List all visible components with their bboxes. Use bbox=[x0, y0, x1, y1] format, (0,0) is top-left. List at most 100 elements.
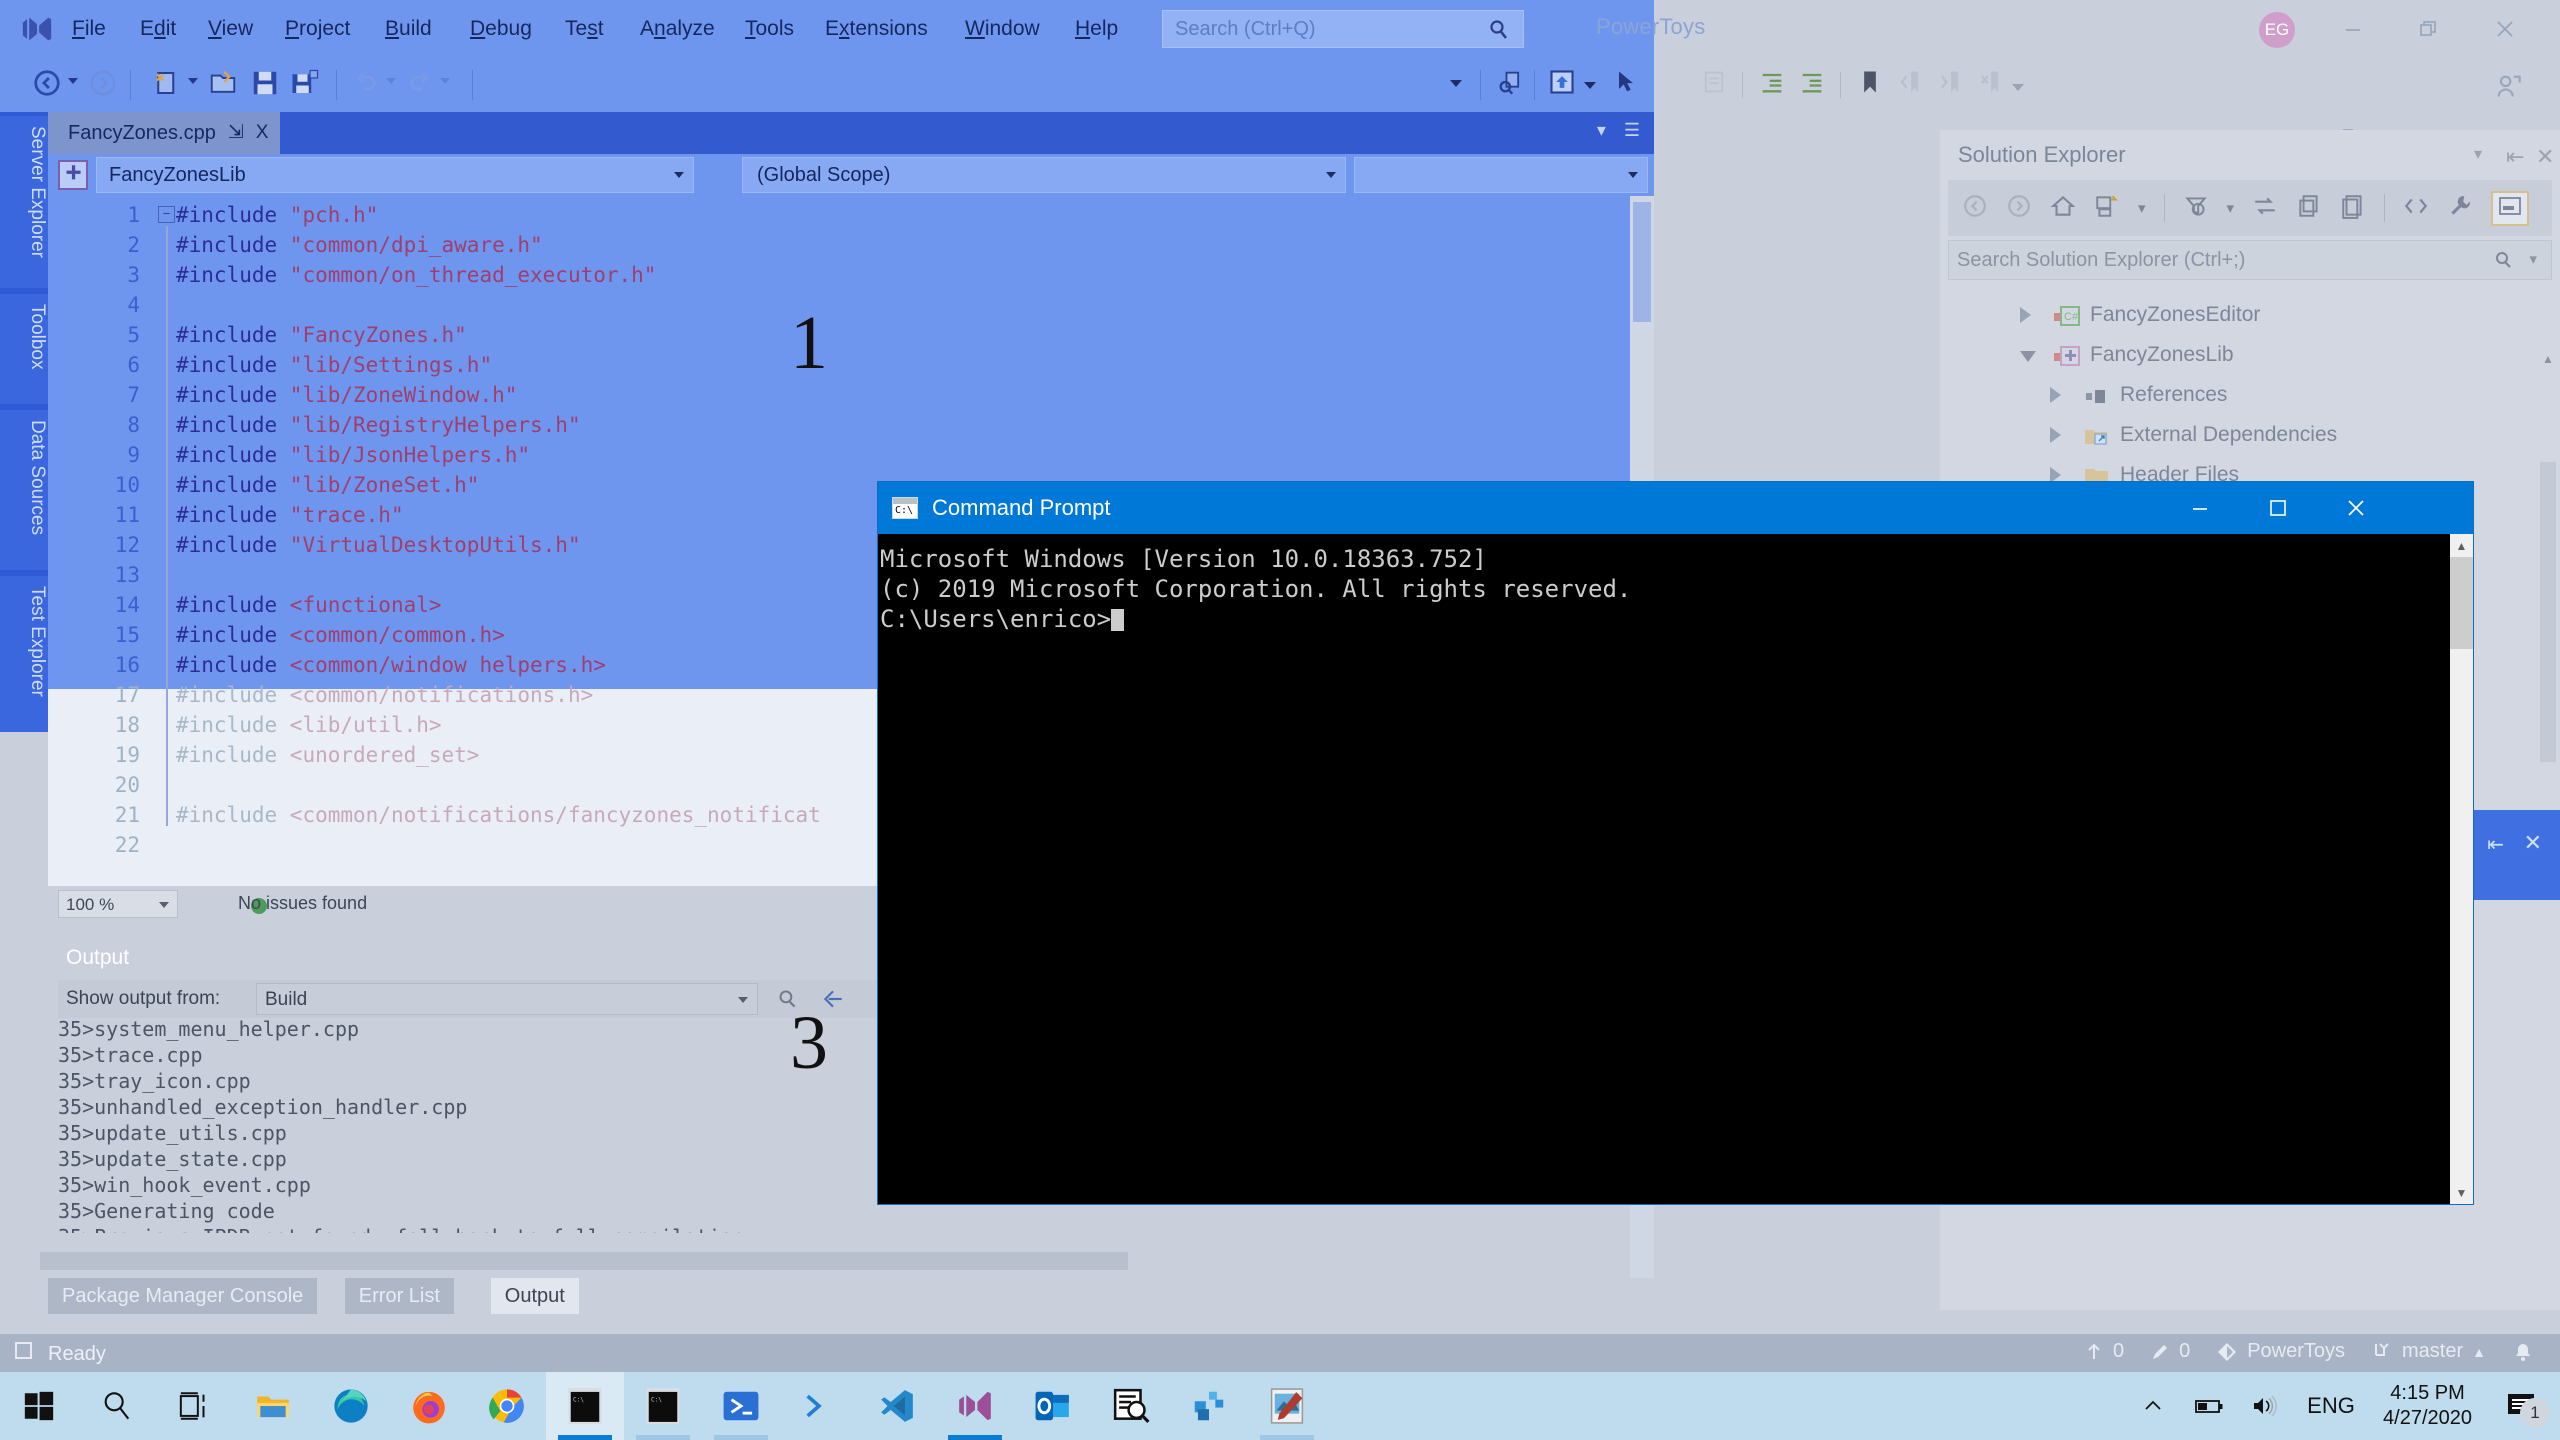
project-scope-dropdown[interactable]: FancyZonesLib bbox=[96, 157, 694, 193]
firefox-icon[interactable] bbox=[390, 1372, 468, 1440]
next-bookmark-button[interactable] bbox=[1936, 68, 1964, 96]
close-icon[interactable]: X bbox=[256, 112, 269, 154]
bottom-tab-error-list[interactable]: Error List bbox=[344, 1278, 454, 1314]
redo-dropdown[interactable] bbox=[440, 78, 450, 84]
outlook-icon[interactable] bbox=[1014, 1372, 1092, 1440]
decrease-indent-button[interactable] bbox=[1758, 68, 1786, 96]
menu-analyze[interactable]: Analyze bbox=[640, 14, 715, 44]
clock[interactable]: 4:15 PM 4/27/2020 bbox=[2369, 1381, 2486, 1431]
chevron-right-icon[interactable] bbox=[2050, 427, 2061, 443]
windows-terminal-icon[interactable] bbox=[780, 1372, 858, 1440]
comment-selection-button[interactable] bbox=[1700, 68, 1728, 96]
chevron-down-icon[interactable]: ▾ bbox=[2529, 241, 2537, 279]
redo-button[interactable] bbox=[406, 68, 434, 96]
preview-selected-items-button[interactable] bbox=[1548, 68, 1576, 96]
cmd-maximize-button[interactable] bbox=[2239, 482, 2317, 534]
output-scroll-left-button[interactable] bbox=[40, 1252, 58, 1270]
cmd-close-button[interactable] bbox=[2317, 482, 2395, 534]
sidebar-tab-server-explorer[interactable]: Server Explorer bbox=[0, 116, 48, 288]
pin-icon[interactable]: ⇤ bbox=[2487, 832, 2504, 857]
menu-project[interactable]: Project bbox=[285, 14, 350, 44]
solution-explorer-menu-button[interactable]: ▾ bbox=[2474, 144, 2482, 164]
vscode-icon[interactable] bbox=[858, 1372, 936, 1440]
menu-help[interactable]: Help bbox=[1075, 14, 1118, 44]
new-project-dropdown[interactable] bbox=[188, 78, 198, 84]
refresh-icon[interactable] bbox=[2296, 193, 2322, 224]
microsoft-edge-icon[interactable] bbox=[312, 1372, 390, 1440]
attach-to-process-button[interactable] bbox=[1496, 68, 1524, 96]
battery-icon[interactable] bbox=[2181, 1372, 2237, 1440]
output-source-dropdown[interactable]: Build bbox=[256, 983, 758, 1015]
menu-test[interactable]: Test bbox=[565, 14, 604, 44]
menu-window[interactable]: Window bbox=[965, 14, 1040, 44]
menu-debug[interactable]: Debug bbox=[470, 14, 532, 44]
cmd-minimize-button[interactable] bbox=[2161, 482, 2239, 534]
bottom-tab-output[interactable]: Output bbox=[490, 1278, 579, 1314]
text-analysis-icon[interactable] bbox=[1092, 1372, 1170, 1440]
switch-views-icon[interactable] bbox=[2094, 193, 2120, 224]
menu-build[interactable]: Build bbox=[385, 14, 432, 44]
collapse-all-icon[interactable] bbox=[2340, 193, 2366, 224]
view-code-icon[interactable] bbox=[2403, 193, 2429, 224]
scroll-down-icon[interactable]: ▼ bbox=[2450, 1181, 2473, 1204]
search-icon[interactable] bbox=[78, 1372, 156, 1440]
close-icon[interactable]: ✕ bbox=[2536, 144, 2554, 170]
menu-file[interactable]: FFileile bbox=[72, 14, 106, 44]
toolbar-overflow-button[interactable] bbox=[1584, 82, 1596, 89]
paint-icon[interactable] bbox=[1248, 1372, 1326, 1440]
pin-icon[interactable]: ⇲ bbox=[228, 112, 244, 154]
pending-changes-filter-icon[interactable] bbox=[2183, 193, 2209, 224]
properties-icon[interactable] bbox=[2447, 193, 2473, 224]
solution-explorer-item-external-dependencies[interactable]: External Dependencies bbox=[1940, 415, 2560, 455]
menu-extensions[interactable]: Extensions bbox=[825, 14, 928, 44]
pending-changes[interactable]: 0 bbox=[2150, 1340, 2190, 1363]
command-prompt-title-bar[interactable]: C:\ Command Prompt bbox=[878, 482, 2473, 534]
sync-with-active-document-icon[interactable] bbox=[2252, 193, 2278, 224]
forward-icon[interactable] bbox=[2006, 193, 2032, 224]
avatar[interactable]: EG bbox=[2259, 12, 2295, 48]
editor-scrollbar-thumb[interactable] bbox=[1633, 202, 1651, 322]
visual-studio-icon[interactable] bbox=[936, 1372, 1014, 1440]
powershell-icon[interactable] bbox=[702, 1372, 780, 1440]
increase-indent-button[interactable] bbox=[1798, 68, 1826, 96]
member-scope-dropdown[interactable]: (Global Scope) bbox=[742, 157, 1346, 193]
navigate-backward-button[interactable] bbox=[32, 68, 62, 98]
chevron-down-icon[interactable]: ▾ bbox=[2227, 199, 2235, 217]
close-icon[interactable]: ✕ bbox=[2524, 830, 2542, 856]
open-file-button[interactable] bbox=[208, 68, 238, 98]
sidebar-tab-data-sources[interactable]: Data Sources bbox=[0, 410, 48, 570]
menu-edit[interactable]: Edit bbox=[140, 14, 176, 44]
sidebar-tab-test-explorer[interactable]: Test Explorer bbox=[0, 576, 48, 732]
file-explorer-icon[interactable] bbox=[234, 1372, 312, 1440]
undo-dropdown[interactable] bbox=[386, 78, 396, 84]
clear-bookmarks-button[interactable] bbox=[1976, 68, 2004, 96]
chevron-down-icon[interactable]: ▾ bbox=[2138, 199, 2146, 217]
task-view-icon[interactable] bbox=[156, 1372, 234, 1440]
toggle-bookmark-button[interactable] bbox=[1856, 68, 1884, 96]
chevron-down-icon[interactable]: ▾ bbox=[1597, 120, 1606, 141]
navigate-forward-button[interactable] bbox=[88, 68, 118, 98]
menu-tools[interactable]: Tools bbox=[745, 14, 794, 44]
back-icon[interactable] bbox=[1962, 193, 1988, 224]
google-chrome-icon[interactable] bbox=[468, 1372, 546, 1440]
new-project-button[interactable] bbox=[152, 68, 182, 98]
volume-icon[interactable] bbox=[2237, 1372, 2293, 1440]
window-restore-button[interactable] bbox=[2406, 10, 2452, 48]
previous-bookmark-button[interactable] bbox=[1896, 68, 1924, 96]
command-prompt-2-icon[interactable]: C:\ bbox=[624, 1372, 702, 1440]
menu-view[interactable]: View bbox=[208, 14, 253, 44]
solution-explorer-search-input[interactable]: Search Solution Explorer (Ctrl+;) ▾ bbox=[1948, 240, 2552, 280]
scrollbar-thumb[interactable] bbox=[2540, 462, 2556, 762]
chevron-right-icon[interactable] bbox=[2020, 307, 2031, 323]
pin-icon[interactable]: ⇤ bbox=[2506, 144, 2524, 170]
undo-button[interactable] bbox=[352, 68, 380, 96]
solution-explorer-item-references[interactable]: References bbox=[1940, 375, 2560, 415]
branch-selector[interactable]: master ▲ bbox=[2371, 1340, 2486, 1363]
language-indicator[interactable]: ENG bbox=[2293, 1372, 2369, 1440]
vertical-split-icon[interactable]: ☰ bbox=[1624, 120, 1640, 141]
window-close-button[interactable] bbox=[2482, 10, 2528, 48]
properties-window-icon[interactable] bbox=[2491, 190, 2530, 226]
repository-name[interactable]: PowerToys bbox=[2216, 1340, 2345, 1363]
command-prompt-window[interactable]: C:\ Command Prompt Microsoft Windows [Ve… bbox=[878, 482, 2473, 1204]
command-prompt-icon[interactable]: C:\ bbox=[546, 1372, 624, 1440]
